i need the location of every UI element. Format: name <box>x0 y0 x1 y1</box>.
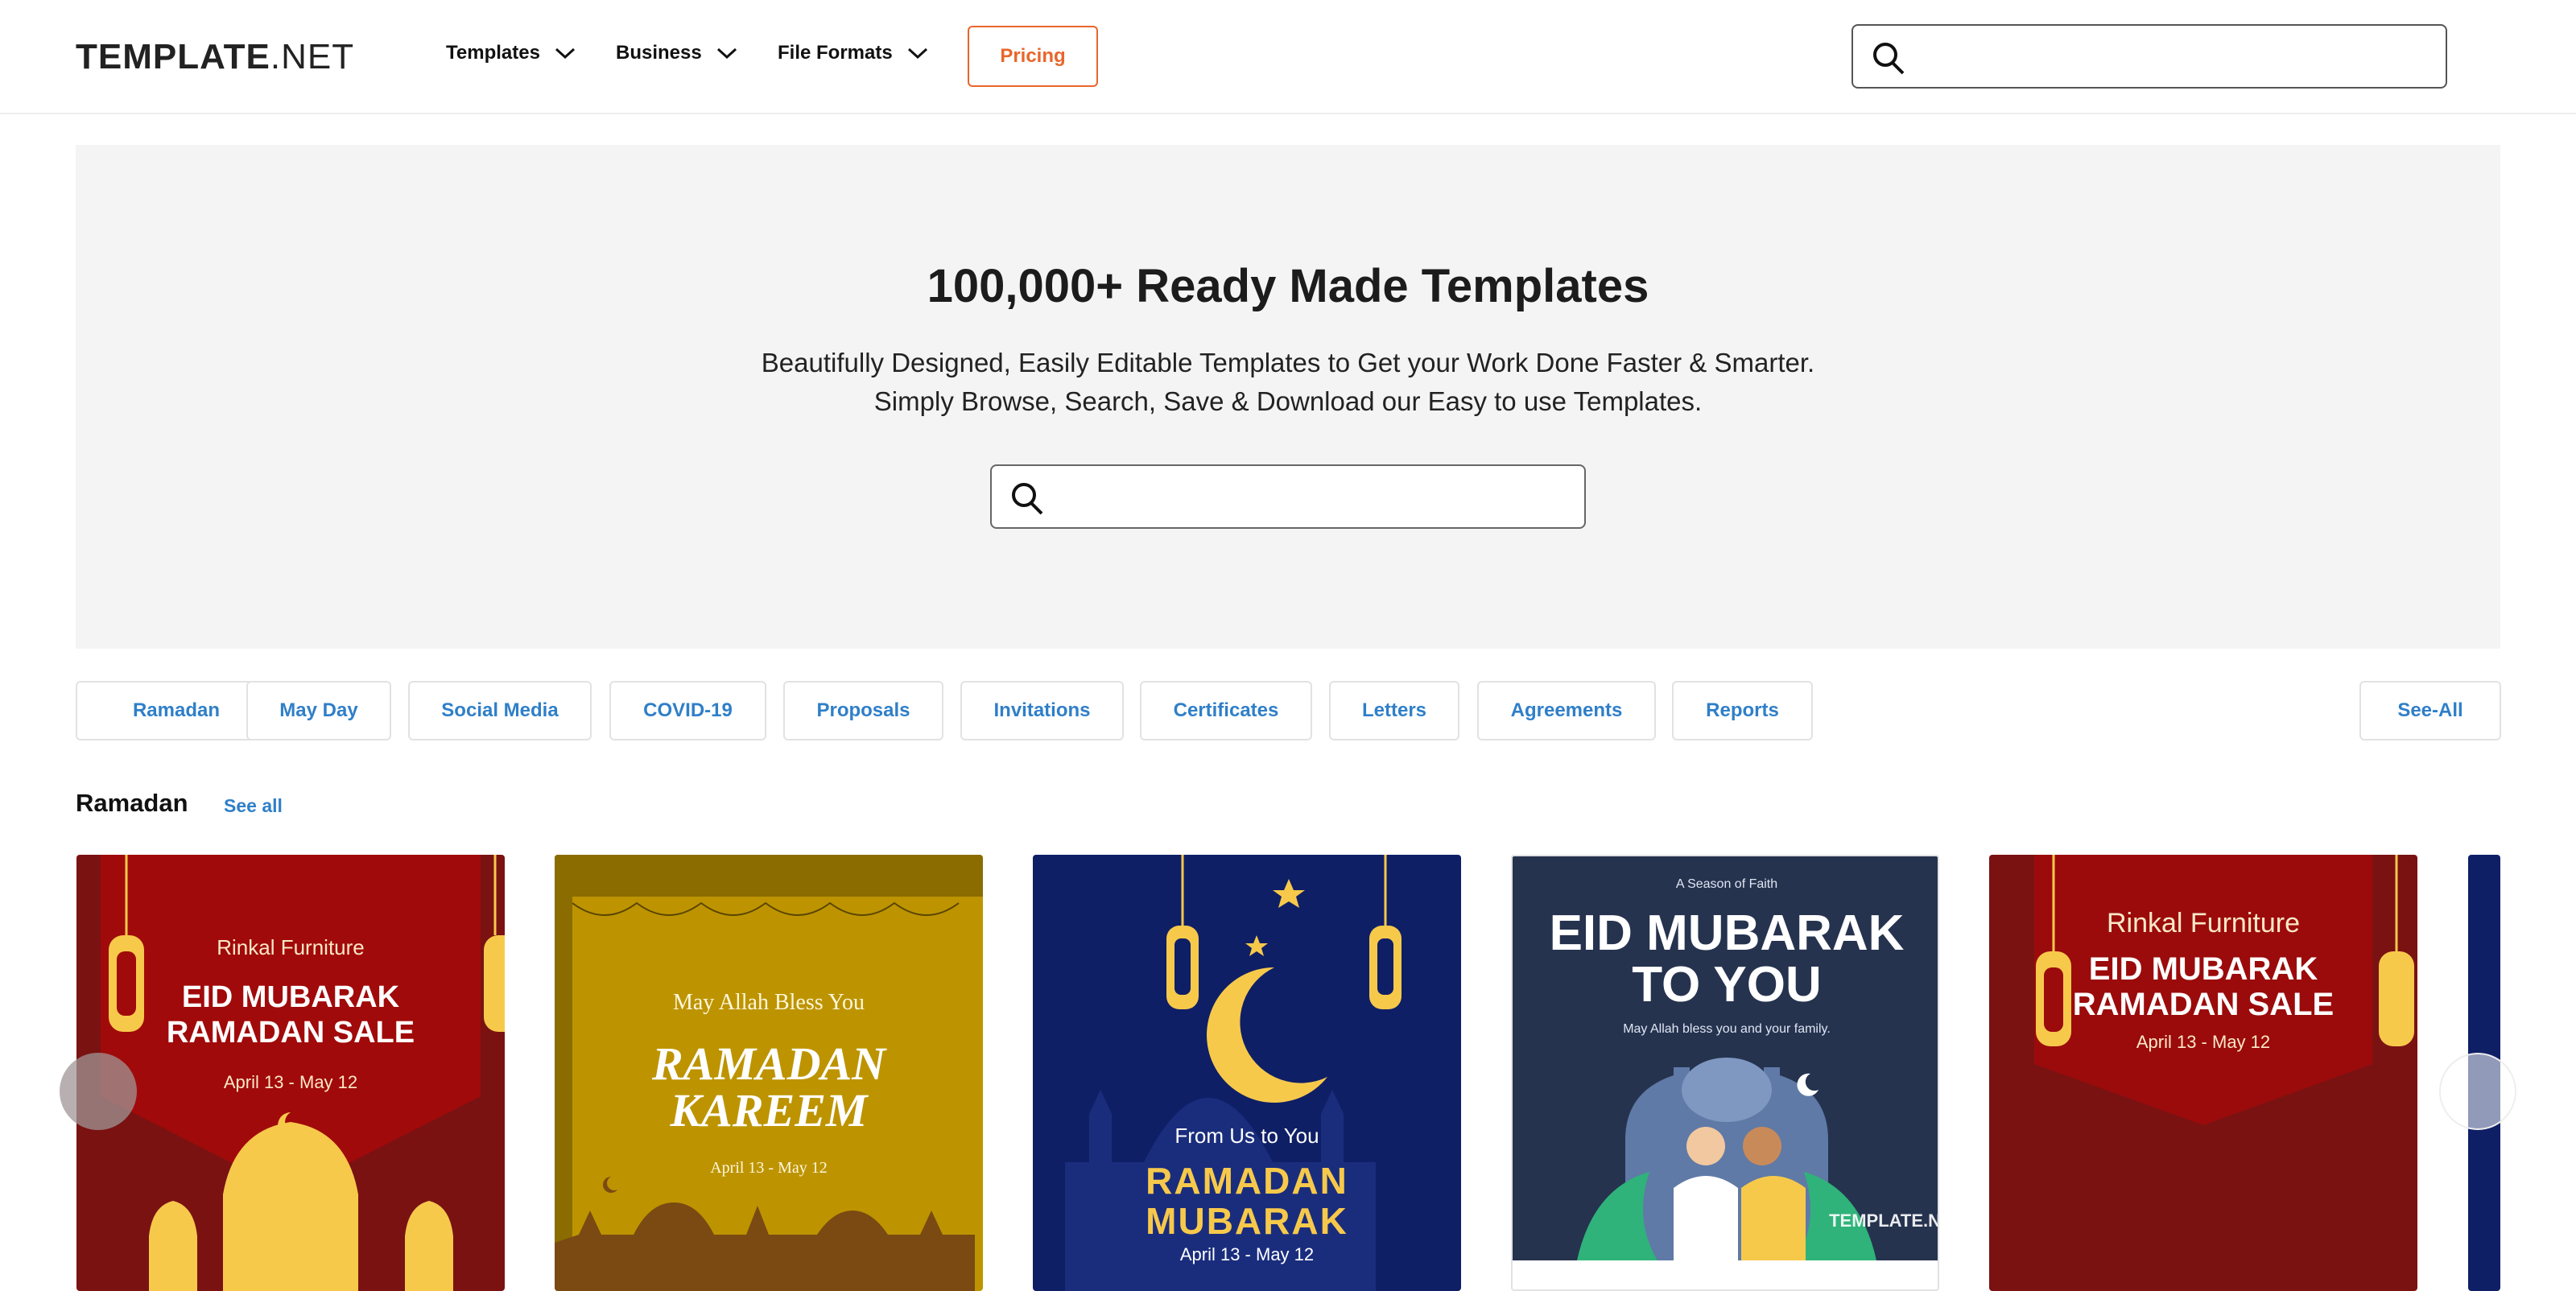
template-card[interactable]: A Season of Faith EID MUBARAK TO YOU May… <box>1511 855 1939 1291</box>
section-title-ramadan: Ramadan <box>76 789 188 817</box>
card-brand: Rinkal Furniture <box>217 935 365 959</box>
card-top-text: A Season of Faith <box>1675 877 1778 891</box>
card-top-text: May Allah Bless You <box>672 990 865 1015</box>
category-pill-covid-19[interactable]: COVID-19 <box>609 681 766 740</box>
nav-business-label: Business <box>616 42 702 64</box>
logo-text-light: .NET <box>270 37 355 76</box>
chevron-down-icon <box>716 47 737 60</box>
category-pill-reports[interactable]: Reports <box>1672 681 1813 740</box>
template-card[interactable]: Rinkal Furniture EID MUBARAK RAMADAN SAL… <box>1989 855 2417 1291</box>
card-dates: April 13 - May 12 <box>710 1159 828 1177</box>
see-all-categories-button[interactable]: See-All <box>2359 681 2501 740</box>
nav-business[interactable]: Business <box>616 42 737 64</box>
card-heading-line1: EID MUBARAK <box>1549 905 1905 961</box>
section-see-all-link[interactable]: See all <box>224 795 283 817</box>
card-brand: Rinkal Furniture <box>2107 908 2300 938</box>
card-heading-line1: RAMADAN <box>1146 1160 1348 1202</box>
search-icon[interactable] <box>1009 481 1045 516</box>
card-top-text: From Us to You <box>1174 1124 1319 1148</box>
site-logo[interactable]: TEMPLATE.NET <box>76 37 354 77</box>
card-heading-line1: EID MUBARAK <box>181 980 400 1014</box>
category-pill-agreements[interactable]: Agreements <box>1477 681 1656 740</box>
card-dates: April 13 - May 12 <box>1179 1244 1315 1264</box>
header-search-input[interactable] <box>1918 34 2433 79</box>
hero-banner: 100,000+ Ready Made Templates Beautifull… <box>76 145 2500 649</box>
logo-text-bold: TEMPLATE <box>76 37 270 76</box>
category-pill-letters[interactable]: Letters <box>1329 681 1459 740</box>
category-pill-social-media[interactable]: Social Media <box>408 681 592 740</box>
hero-title: 100,000+ Ready Made Templates <box>927 260 1649 312</box>
hero-search-input[interactable] <box>1056 474 1571 519</box>
template-card[interactable]: May Allah Bless You RAMADAN KAREEM April… <box>555 855 983 1291</box>
card-dates: April 13 - May 12 <box>2136 1032 2271 1052</box>
hero-search-box <box>990 464 1586 529</box>
card-image: A Season of Faith EID MUBARAK TO YOU May… <box>1513 856 1939 1260</box>
hero-subtitle-line1: Beautifully Designed, Easily Editable Te… <box>761 348 1815 377</box>
header-search-box <box>1852 24 2447 89</box>
nav-templates[interactable]: Templates <box>446 42 576 64</box>
card-dates: April 13 - May 12 <box>223 1072 358 1092</box>
card-heading-line1: RAMADAN <box>651 1037 886 1090</box>
nav-file-formats[interactable]: File Formats <box>778 42 928 64</box>
carousel-next-button[interactable] <box>2439 1053 2516 1130</box>
card-heading-line2: RAMADAN SALE <box>166 1016 415 1050</box>
template-card[interactable]: From Us to You RAMADAN MUBARAK April 13 … <box>1033 855 1461 1291</box>
template-card[interactable]: Rinkal Furniture EID MUBARAK RAMADAN SAL… <box>76 855 505 1291</box>
category-pill-proposals[interactable]: Proposals <box>783 681 943 740</box>
pricing-button[interactable]: Pricing <box>968 26 1098 87</box>
carousel-prev-button[interactable] <box>60 1053 137 1130</box>
category-pill-certificates[interactable]: Certificates <box>1140 681 1312 740</box>
site-header: TEMPLATE.NET Templates Business File For… <box>0 0 2576 114</box>
card-heading-line2: TO YOU <box>1632 957 1822 1013</box>
watermark-text: TEMPLATE.N <box>1829 1211 1939 1231</box>
category-pill-may-day[interactable]: May Day <box>246 681 391 740</box>
search-icon[interactable] <box>1871 40 1906 76</box>
chevron-down-icon <box>555 47 575 60</box>
category-pill-invitations[interactable]: Invitations <box>960 681 1124 740</box>
card-heading-line2: MUBARAK <box>1146 1200 1348 1242</box>
chevron-down-icon <box>907 47 927 60</box>
card-heading-line2: RAMADAN SALE <box>2072 987 2334 1022</box>
hero-subtitle-line2: Simply Browse, Search, Save & Download o… <box>873 386 1703 416</box>
card-heading-line2: KAREEM <box>670 1084 868 1136</box>
nav-templates-label: Templates <box>446 42 540 64</box>
card-heading-line1: EID MUBARAK <box>2088 951 2318 987</box>
card-subtitle: May Allah bless you and your family. <box>1623 1022 1831 1036</box>
nav-file-formats-label: File Formats <box>778 42 893 64</box>
